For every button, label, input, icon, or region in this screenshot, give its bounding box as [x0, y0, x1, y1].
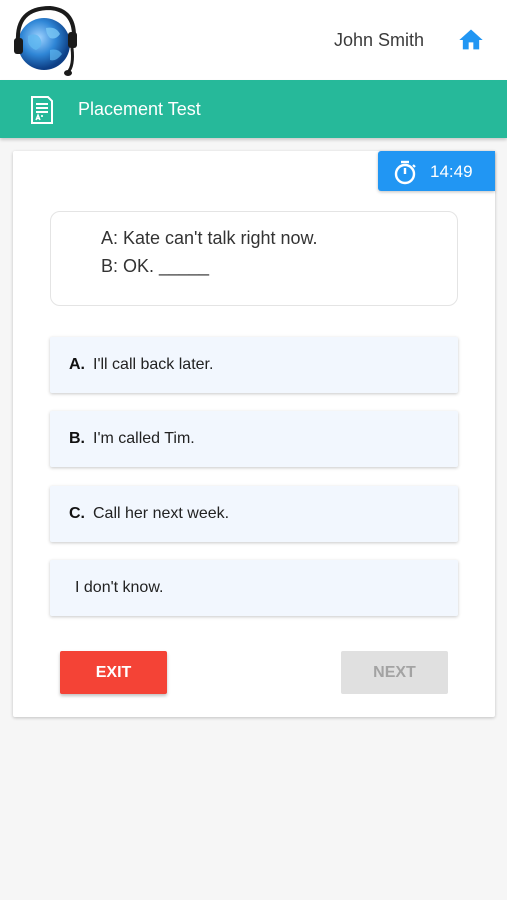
option-text: I'm called Tim.: [93, 430, 195, 447]
page-title: Placement Test: [78, 99, 201, 119]
timer-value: 14:49: [430, 162, 473, 181]
stopwatch-icon: [394, 160, 416, 185]
answer-option-b[interactable]: B. I'm called Tim.: [50, 411, 458, 467]
question-box: A: Kate can't talk right now. B: OK. ___…: [50, 211, 458, 306]
question-line-a: A: Kate can't talk right now.: [101, 228, 318, 248]
option-letter: B.: [69, 430, 85, 447]
option-text: I don't know.: [75, 579, 164, 596]
title-bar: Placement Test: [0, 80, 507, 138]
user-name: John Smith: [334, 30, 425, 50]
answer-option-a[interactable]: A. I'll call back later.: [50, 337, 458, 393]
option-letter: C.: [69, 505, 85, 522]
option-letter: A.: [69, 356, 85, 373]
timer-badge: 14:49: [378, 151, 495, 191]
answer-option-c[interactable]: C. Call her next week.: [50, 486, 458, 542]
exit-button[interactable]: EXIT: [60, 651, 167, 694]
question-line-b: B: OK. _____: [101, 256, 210, 276]
home-icon[interactable]: [457, 26, 485, 54]
globe-headset-logo: [14, 5, 77, 76]
answer-option-dont-know[interactable]: I don't know.: [50, 560, 458, 616]
test-paper-icon: [31, 96, 53, 124]
next-button[interactable]: NEXT: [341, 651, 448, 694]
top-header: John Smith: [0, 0, 507, 80]
option-text: I'll call back later.: [93, 356, 214, 373]
option-text: Call her next week.: [93, 505, 230, 522]
